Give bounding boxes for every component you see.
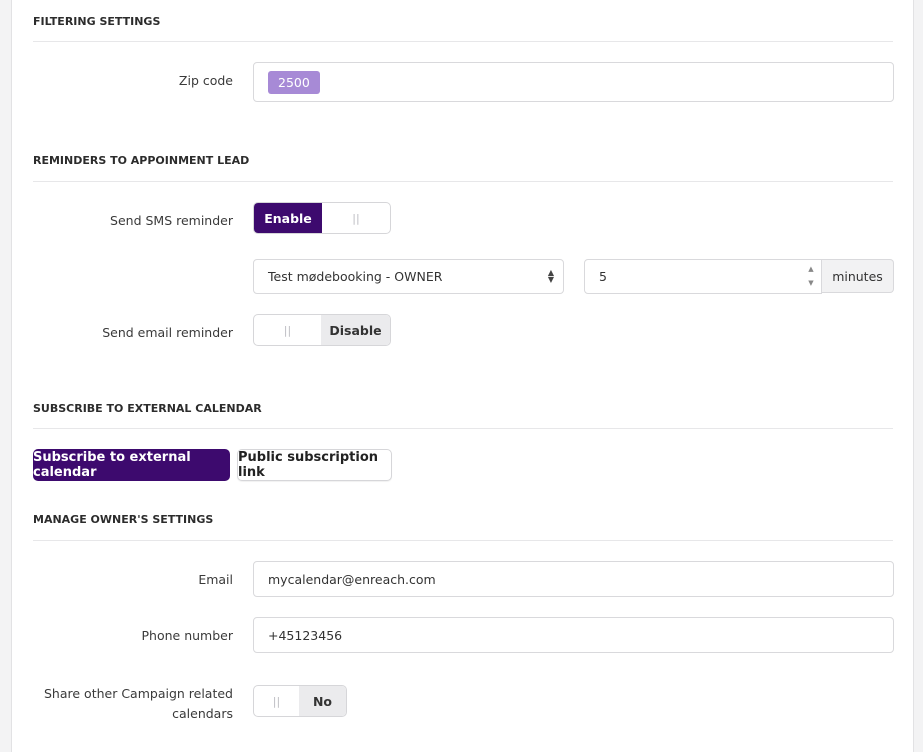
phone-value: +45123456 bbox=[268, 627, 343, 643]
share-label-line1: Share other Campaign related bbox=[44, 686, 233, 701]
minutes-value: 5 bbox=[599, 269, 607, 284]
phone-label: Phone number bbox=[141, 628, 233, 643]
share-calendars-toggle[interactable]: || No bbox=[253, 685, 347, 717]
divider bbox=[33, 428, 893, 429]
email-value: mycalendar@enreach.com bbox=[268, 571, 436, 587]
minutes-input[interactable]: 5 ▲ ▼ bbox=[584, 259, 822, 294]
section-title-filtering: FILTERING SETTINGS bbox=[33, 15, 161, 28]
select-caret-icon: ▲ ▼ bbox=[547, 268, 554, 284]
section-title-owner: MANAGE OWNER'S SETTINGS bbox=[33, 513, 214, 526]
phone-field[interactable]: +45123456 bbox=[253, 617, 894, 653]
toggle-disable-state: Disable bbox=[321, 315, 390, 345]
zip-code-input[interactable]: 2500 bbox=[253, 62, 894, 102]
number-spinner-icon[interactable]: ▲ ▼ bbox=[804, 262, 818, 292]
section-title-subscribe: SUBSCRIBE TO EXTERNAL CALENDAR bbox=[33, 402, 262, 415]
divider bbox=[33, 41, 893, 42]
divider bbox=[33, 181, 893, 182]
sms-reminder-toggle[interactable]: Enable || bbox=[253, 202, 391, 234]
share-label-line2: calendars bbox=[172, 706, 233, 721]
zip-code-label: Zip code bbox=[178, 73, 233, 88]
zip-code-tag[interactable]: 2500 bbox=[268, 70, 320, 94]
email-label: Email bbox=[198, 572, 233, 587]
share-calendars-label: Share other Campaign related calendars bbox=[44, 684, 233, 724]
toggle-knob: || bbox=[352, 211, 360, 225]
section-title-reminders: REMINDERS TO APPOINMENT LEAD bbox=[33, 154, 250, 167]
email-reminder-toggle[interactable]: || Disable bbox=[253, 314, 391, 346]
sms-template-value: Test mødebooking - OWNER bbox=[268, 269, 443, 284]
settings-panel: FILTERING SETTINGS Zip code 2500 REMINDE… bbox=[11, 0, 914, 752]
subscribe-external-calendar-button[interactable]: Subscribe to external calendar bbox=[33, 449, 230, 481]
sms-template-select[interactable]: Test mødebooking - OWNER ▲ ▼ bbox=[253, 259, 564, 294]
sms-reminder-label: Send SMS reminder bbox=[110, 213, 233, 228]
divider bbox=[33, 540, 893, 541]
email-reminder-label: Send email reminder bbox=[102, 325, 233, 340]
toggle-no-state: No bbox=[299, 686, 346, 716]
minutes-addon: minutes bbox=[822, 259, 894, 293]
email-field[interactable]: mycalendar@enreach.com bbox=[253, 561, 894, 597]
public-subscription-link-button[interactable]: Public subscription link bbox=[237, 449, 392, 481]
toggle-knob: || bbox=[272, 694, 281, 708]
toggle-knob: || bbox=[283, 323, 292, 337]
toggle-enable-state: Enable bbox=[254, 203, 322, 233]
